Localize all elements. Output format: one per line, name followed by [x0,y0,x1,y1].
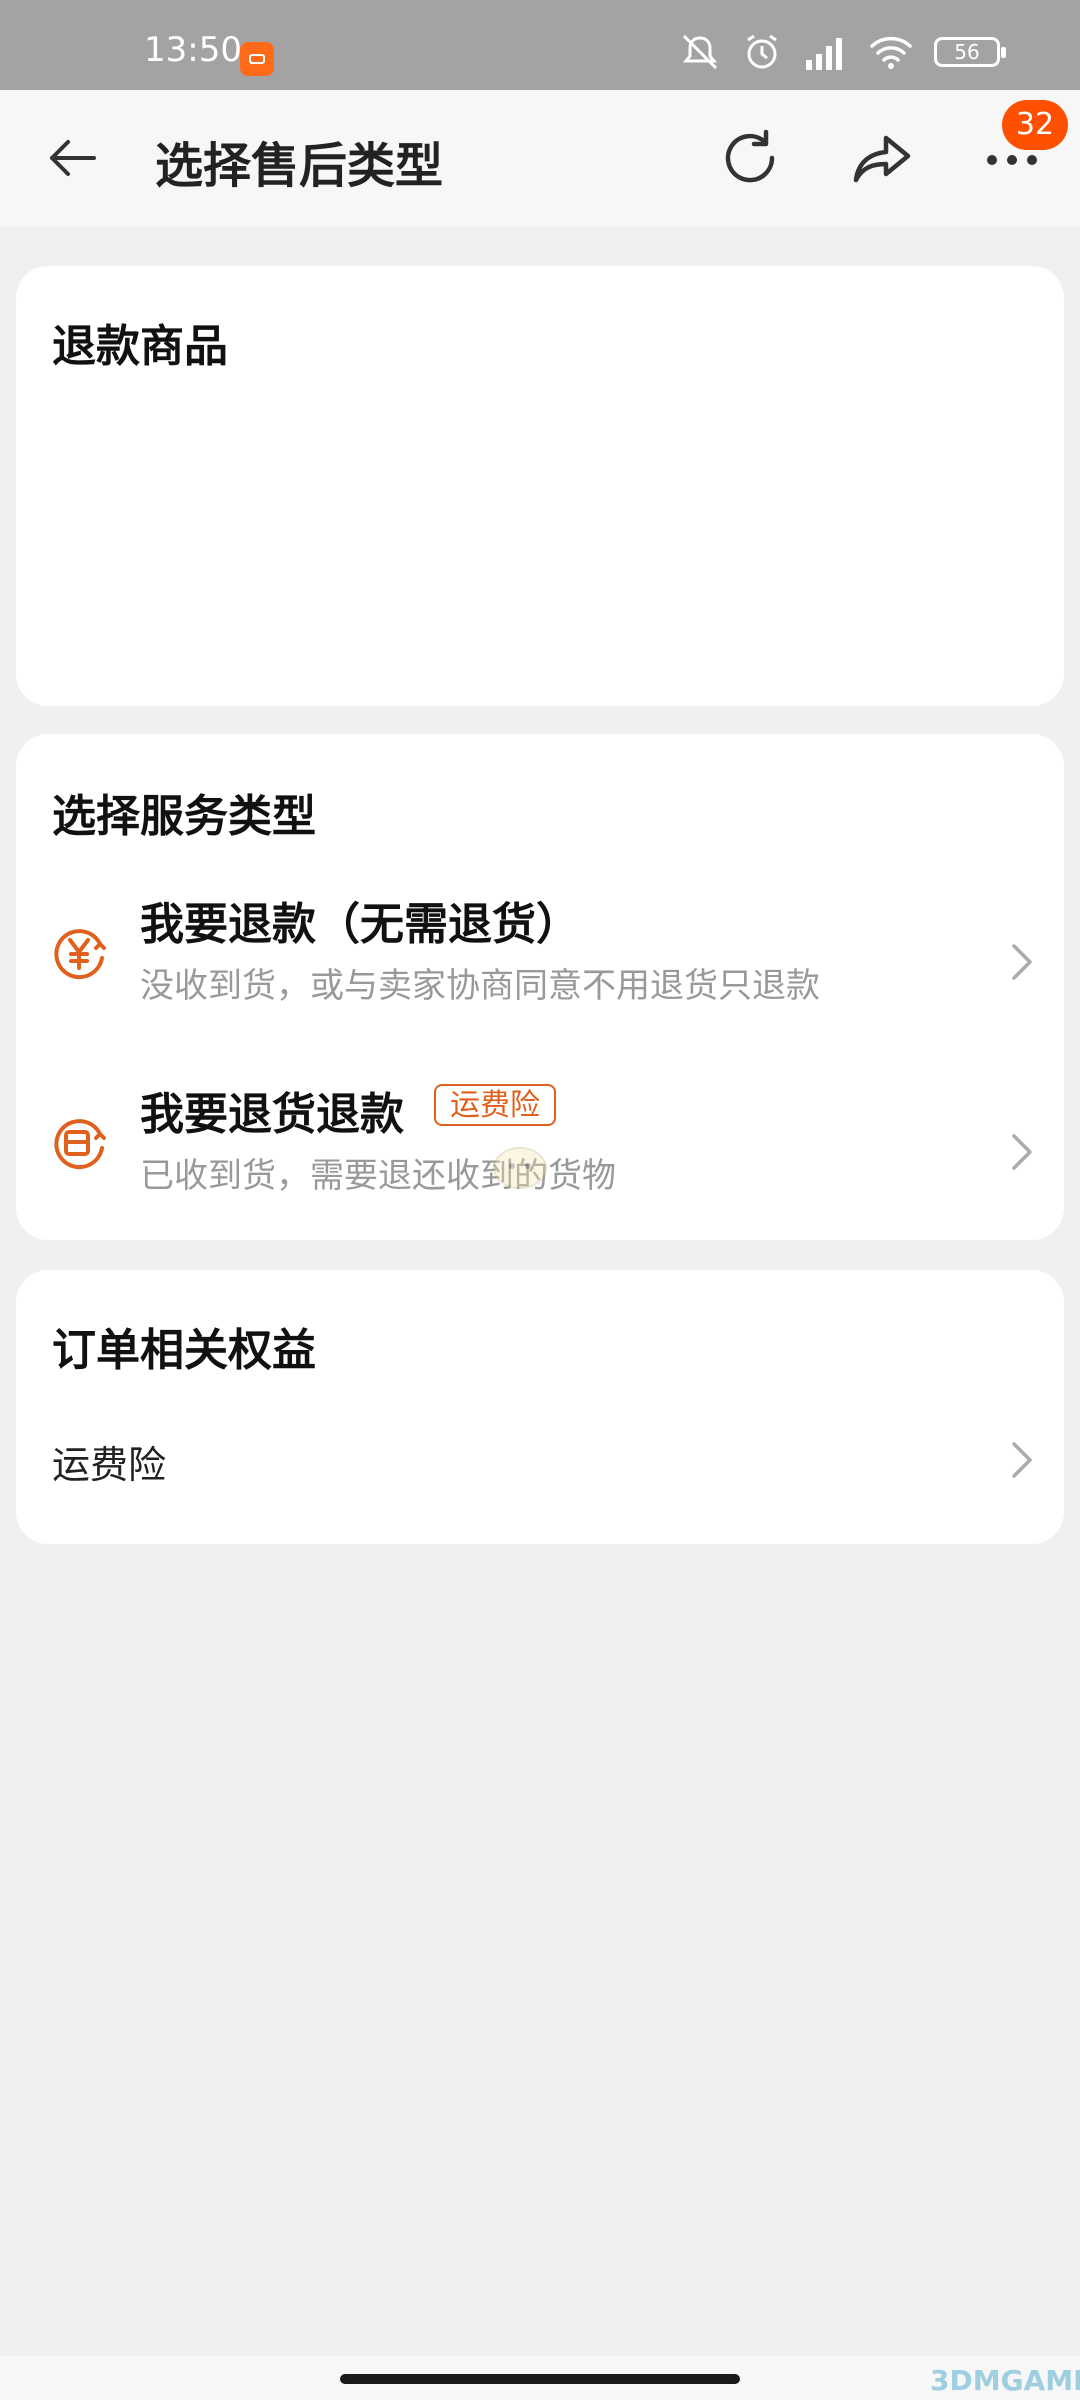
yen-refund-icon [54,929,106,980]
watermark-text: 3DMGAME [930,2364,1080,2397]
order-benefits-title: 订单相关权益 [52,1325,316,1376]
service-type-title: 选择服务类型 [52,791,316,842]
status-bar: 13:50 56 [0,0,1080,90]
signal-icon [802,32,848,72]
option-title: 我要退货退款 [140,1089,404,1140]
nav-bar: 选择售后类型 [0,90,1080,226]
option-description: 没收到货，或与卖家协商同意不用退货只退款 [140,966,820,1006]
mute-icon [678,32,722,72]
refund-items-card: 退款商品 [16,266,1064,706]
refund-only-option[interactable]: 我要退款（无需退货） 没收到货，或与卖家协商同意不用退货只退款 [16,884,1064,1054]
refund-items-title: 退款商品 [52,321,228,372]
shipping-insurance-row[interactable]: 运费险 [16,1420,1064,1500]
alarm-icon [742,32,782,72]
home-indicator[interactable] [340,2374,740,2384]
option-title: 我要退款（无需退货） [140,899,580,950]
back-arrow-icon[interactable] [42,128,102,188]
chevron-right-icon [1012,1134,1032,1170]
status-time: 13:50 [144,30,242,70]
status-icons: 56 [678,32,1006,72]
refresh-icon[interactable] [718,126,782,190]
order-benefits-card: 订单相关权益 运费险 [16,1270,1064,1544]
shipping-insurance-tag: 运费险 [434,1084,556,1126]
page-title: 选择售后类型 [155,138,444,194]
wifi-icon [868,32,914,72]
chevron-right-icon [1012,944,1032,980]
chevron-right-icon [1012,1442,1032,1478]
battery-icon: 56 [934,37,1006,67]
share-icon[interactable] [850,126,914,190]
return-goods-icon [54,1119,106,1170]
benefit-label: 运费险 [52,1443,167,1487]
notification-app-icon [240,42,274,76]
watermark-mascot-icon [493,1147,547,1189]
message-count-badge: 32 [1002,100,1068,150]
